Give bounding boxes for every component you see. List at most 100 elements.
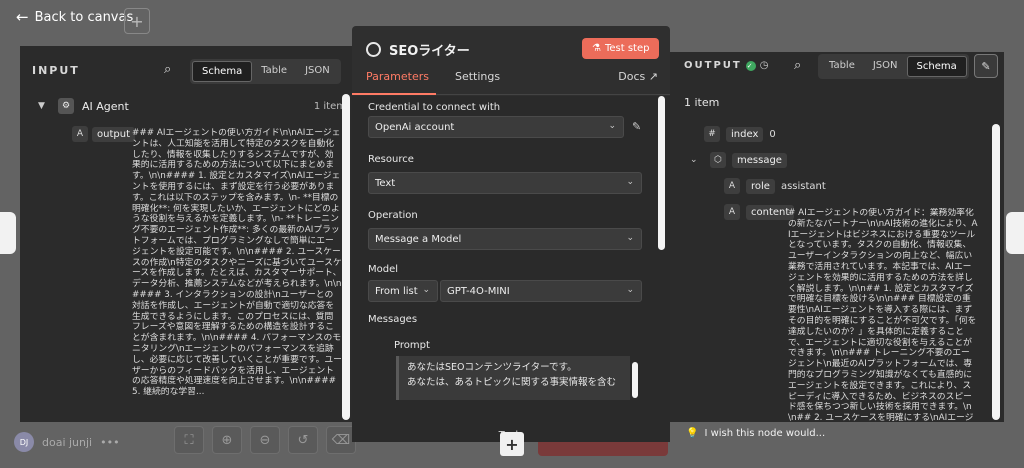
chevron-down-icon: ⌄: [422, 285, 430, 295]
chevron-down-icon[interactable]: ⌄: [690, 155, 704, 165]
tab-json[interactable]: JSON: [296, 61, 339, 82]
model-select[interactable]: GPT-4O-MINI ⌄: [440, 280, 642, 302]
field-index: # index 0: [704, 126, 776, 142]
field-content: A content: [724, 204, 795, 220]
avatar: DJ: [14, 432, 34, 452]
search-icon[interactable]: ⌕: [164, 62, 171, 77]
prompt-line-1: あなたはSEOコンテンツライターです。: [407, 362, 577, 373]
credential-select[interactable]: OpenAi account ⌄: [368, 116, 624, 138]
right-node-edge[interactable]: [1006, 212, 1024, 254]
back-to-canvas-button[interactable]: ← Back to canvas: [16, 8, 133, 26]
model-value: GPT-4O-MINI: [447, 285, 510, 297]
feedback-link[interactable]: 💡 I wish this node would...: [686, 428, 825, 439]
input-title: INPUT: [32, 64, 80, 77]
model-mode-select[interactable]: From list ⌄: [368, 280, 438, 302]
model-label: Model: [368, 264, 399, 275]
left-node-edge[interactable]: [0, 212, 16, 254]
operation-value: Message a Model: [375, 233, 462, 245]
field-key[interactable]: message: [732, 152, 787, 168]
user-menu[interactable]: DJ doai junji •••: [14, 432, 120, 452]
field-output: A output: [72, 126, 135, 142]
lightbulb-icon: 💡: [686, 428, 699, 439]
output-title: OUTPUT: [684, 60, 742, 71]
number-type-icon: #: [704, 126, 720, 142]
operation-label: Operation: [368, 210, 418, 221]
object-type-icon: ⬡: [710, 152, 726, 168]
openai-icon: [366, 42, 381, 57]
field-value: 0: [769, 128, 776, 140]
prompt-label: Prompt: [394, 340, 430, 351]
input-scrollbar[interactable]: [342, 94, 350, 420]
tab-schema[interactable]: Schema: [906, 56, 967, 77]
zoom-out-icon[interactable]: ⊖: [250, 426, 280, 454]
user-name: doai junji: [42, 435, 93, 449]
credential-value: OpenAi account: [375, 121, 455, 133]
back-label: Back to canvas: [34, 9, 134, 25]
resource-select[interactable]: Text ⌄: [368, 172, 642, 194]
field-key[interactable]: index: [726, 126, 764, 142]
messages-label: Messages: [368, 314, 418, 325]
item-count: 1 item: [684, 96, 720, 109]
operation-select[interactable]: Message a Model ⌄: [368, 228, 642, 250]
output-scrollbar[interactable]: [992, 124, 1000, 420]
tab-table[interactable]: Table: [252, 61, 296, 82]
zoom-in-icon[interactable]: ⊕: [212, 426, 242, 454]
string-type-icon: A: [724, 204, 740, 220]
chevron-down-icon: ⌄: [608, 121, 616, 131]
more-icon[interactable]: •••: [100, 436, 119, 449]
node-settings-dialog: SEOライター ⚗ Test step Parameters Settings …: [352, 26, 670, 442]
arrow-left-icon: ←: [16, 8, 29, 26]
external-link-icon: ↗: [648, 70, 658, 83]
field-role: A role assistant: [724, 178, 826, 194]
resource-label: Resource: [368, 154, 414, 165]
test-step-button[interactable]: ⚗ Test step: [582, 38, 660, 59]
tab-table[interactable]: Table: [820, 56, 864, 77]
output-panel: OUTPUT ✓ ◷ ⌕ Table JSON Schema 1 item # …: [670, 52, 1004, 422]
field-key[interactable]: output: [92, 126, 135, 142]
test-step-label: Test step: [604, 43, 650, 54]
model-mode-value: From list: [375, 285, 418, 297]
output-header: OUTPUT ✓ ◷: [684, 60, 770, 71]
chevron-down-icon: ⌄: [626, 177, 634, 187]
flask-icon: ⚗: [592, 43, 601, 54]
string-type-icon: A: [724, 178, 740, 194]
feedback-label: I wish this node would...: [704, 428, 826, 439]
input-view-tabs: Schema Table JSON: [190, 59, 341, 84]
resource-value: Text: [375, 177, 396, 189]
output-view-tabs: Table JSON Schema: [818, 54, 969, 79]
canvas-controls: ⛶ ⊕ ⊖ ↺ ⌫: [174, 426, 356, 454]
node-name: AI Agent: [82, 99, 129, 113]
docs-label: Docs: [618, 70, 646, 83]
content-value: # AIエージェントの使い方ガイド：業務効率化の新たなパートナー\n\nAI技術…: [788, 208, 978, 422]
success-check-icon: ✓: [745, 60, 756, 71]
prompt-input[interactable]: あなたはSEOコンテンツライターです。 あなたは、あるトピックに関する事実情報を…: [396, 356, 630, 400]
node-row-ai-agent[interactable]: ▼ ⚙ AI Agent 1 item: [38, 98, 346, 114]
field-message: ⌄ ⬡ message: [690, 152, 787, 168]
fit-view-icon[interactable]: ⛶: [174, 426, 204, 454]
robot-icon: ⚙: [58, 98, 74, 114]
tab-json[interactable]: JSON: [864, 56, 907, 77]
node-title[interactable]: SEOライター: [389, 40, 470, 59]
string-type-icon: A: [72, 126, 88, 142]
edit-credential-icon[interactable]: ✎: [632, 120, 641, 133]
prompt-scrollbar[interactable]: [632, 362, 638, 398]
credential-label: Credential to connect with: [368, 102, 501, 113]
tab-parameters[interactable]: Parameters: [366, 70, 429, 83]
chevron-down-icon: ⌄: [626, 285, 634, 295]
chevron-down-icon: ⌄: [626, 233, 634, 243]
add-tool-button[interactable]: +: [500, 432, 524, 456]
active-tab-indicator: [352, 93, 436, 95]
undo-icon[interactable]: ↺: [288, 426, 318, 454]
prompt-line-2: あなたは、あるトピックに関する事実情報を含む: [407, 377, 617, 388]
docs-link[interactable]: Docs ↗: [618, 70, 658, 83]
chevron-down-icon[interactable]: ▼: [38, 101, 52, 111]
dialog-scrollbar[interactable]: [658, 96, 665, 250]
tab-settings[interactable]: Settings: [455, 70, 500, 83]
dialog-title: SEOライター: [366, 40, 470, 59]
add-node-button[interactable]: +: [124, 8, 150, 34]
clock-icon: ◷: [759, 60, 771, 71]
search-icon[interactable]: ⌕: [794, 58, 801, 73]
edit-output-button[interactable]: ✎: [974, 54, 998, 78]
field-key[interactable]: role: [746, 178, 775, 194]
tab-schema[interactable]: Schema: [192, 61, 253, 82]
